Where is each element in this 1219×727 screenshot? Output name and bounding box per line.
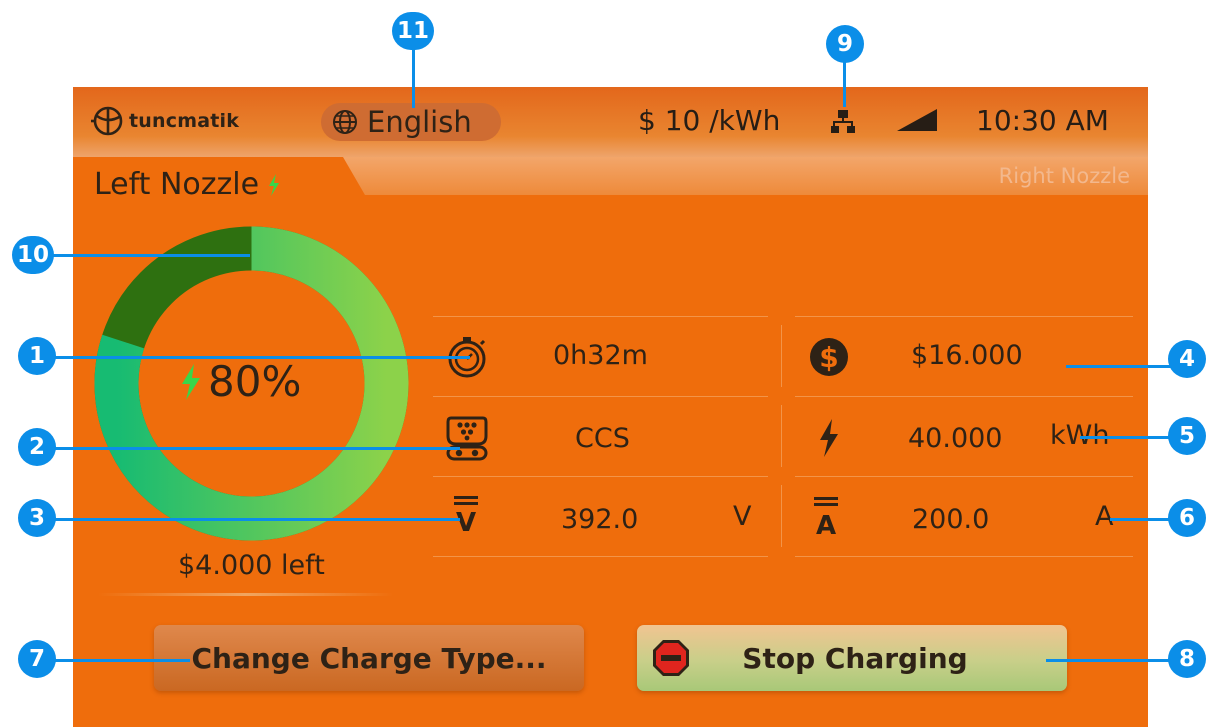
callout-line-9 (843, 57, 846, 107)
connector-type: CCS (575, 423, 630, 454)
change-charge-type-label: Change Charge Type... (191, 641, 547, 675)
stop-charging-label: Stop Charging (742, 641, 968, 675)
current-icon: A (814, 497, 838, 537)
logo: tuncmatik (91, 104, 239, 138)
voltage-icon: V (454, 496, 478, 534)
logo-text: tuncmatik (129, 110, 240, 132)
bolt-icon (269, 173, 280, 196)
charge-duration: 0h32m (553, 340, 648, 371)
callout-badge: 3 (18, 499, 56, 537)
globe-icon (333, 110, 357, 134)
callout-badge: 2 (18, 428, 56, 466)
charge-cost: $16.000 (911, 340, 1023, 371)
grid-line (795, 316, 1133, 317)
grid-divider (781, 485, 782, 547)
dollar-icon: $ (810, 338, 848, 376)
callout-line-7 (40, 659, 190, 662)
grid-line (433, 316, 768, 317)
callout-badge: 6 (1168, 499, 1206, 537)
callout-badge: 10 (12, 236, 54, 274)
ccs-connector-icon (446, 416, 488, 461)
stop-icon (653, 640, 689, 676)
grid-divider (781, 405, 782, 467)
callout-badge: 11 (392, 12, 434, 50)
tab-left-nozzle[interactable]: Left Nozzle (94, 167, 281, 202)
remaining-underline (98, 593, 393, 596)
remaining-balance: $4.000 left (178, 550, 325, 581)
callout-badge: 5 (1168, 417, 1206, 455)
language-label: English (367, 105, 472, 139)
network-icon (831, 110, 855, 133)
callout-badge: 4 (1168, 340, 1206, 378)
price-per-kwh: $ 10 /kWh (638, 104, 781, 137)
current-value: 200.0 (912, 504, 990, 535)
callout-badge: 1 (18, 337, 56, 375)
callout-line-1 (40, 356, 470, 359)
grid-line (795, 556, 1133, 557)
callout-line-10 (40, 254, 250, 257)
callout-line-2 (40, 447, 460, 450)
svg-text:$: $ (819, 341, 838, 374)
energy-value: 40.000 (908, 423, 1003, 454)
grid-line (795, 476, 1133, 477)
lightning-icon (820, 419, 838, 457)
signal-icon (897, 109, 937, 131)
logo-icon (91, 106, 123, 136)
grid-line (433, 556, 768, 557)
percent-text: 80% (208, 357, 302, 406)
svg-text:V: V (456, 508, 476, 534)
clock: 10:30 AM (976, 104, 1109, 137)
change-charge-type-button[interactable]: Change Charge Type... (154, 625, 584, 691)
callout-line-4 (1066, 365, 1186, 368)
stop-charging-button[interactable]: Stop Charging (637, 625, 1067, 691)
grid-divider (781, 325, 782, 387)
callout-line-8 (1046, 659, 1186, 662)
callout-badge: 7 (18, 640, 56, 678)
callout-badge: 8 (1168, 640, 1206, 678)
bolt-icon (182, 363, 200, 400)
callout-line-11 (412, 48, 415, 108)
tab-right-nozzle[interactable]: Right Nozzle (999, 164, 1130, 188)
tab-left-nozzle-label: Left Nozzle (94, 167, 260, 202)
grid-line (795, 396, 1133, 397)
svg-text:A: A (816, 511, 836, 537)
charge-percentage: 80% (180, 357, 301, 406)
charger-screen: tuncmatik English $ 10 /kWh 10:30 AM Lef… (73, 87, 1148, 727)
grid-line (433, 396, 768, 397)
callout-line-3 (40, 518, 460, 521)
callout-badge: 9 (826, 25, 864, 63)
grid-line (433, 476, 768, 477)
current-unit: A (1095, 501, 1114, 532)
voltage-unit: V (733, 501, 752, 532)
voltage-value: 392.0 (561, 504, 639, 535)
language-selector[interactable]: English (321, 103, 501, 141)
